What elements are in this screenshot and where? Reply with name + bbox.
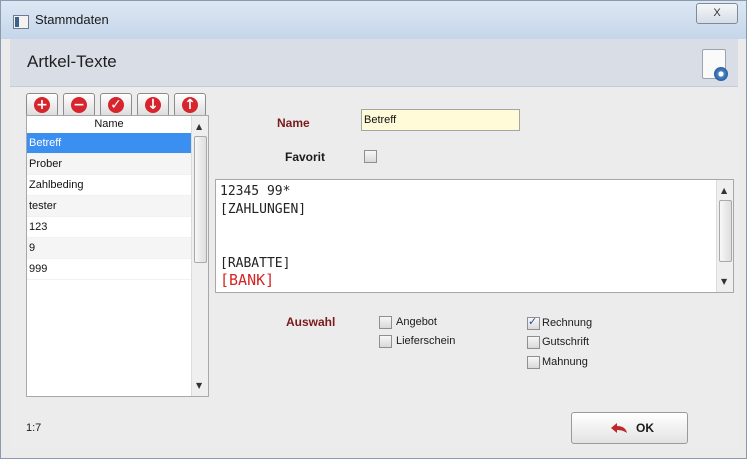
add-button[interactable]: + <box>26 93 58 117</box>
mahnung-label: Mahnung <box>542 356 588 368</box>
status-counter: 1:7 <box>26 422 42 434</box>
close-button[interactable]: X <box>696 3 738 24</box>
favorit-label: Favorit <box>285 150 326 164</box>
auswahl-label: Auswahl <box>286 315 336 329</box>
section-title: Artkel-Texte <box>27 52 117 71</box>
rechnung-label: Rechnung <box>542 317 593 329</box>
plus-icon: + <box>34 97 50 113</box>
text-line: [BANK] <box>220 271 275 289</box>
list-item[interactable]: 999 <box>27 259 191 280</box>
scroll-down-icon[interactable]: ▼ <box>196 381 202 390</box>
check-icon: ✓ <box>108 97 124 113</box>
gutschrift-label: Gutschrift <box>542 336 590 348</box>
window-title: Stammdaten <box>35 12 109 27</box>
arrow-up-icon: ↑ <box>182 97 198 113</box>
arrow-down-icon: ↓ <box>145 97 161 113</box>
document-settings-icon[interactable] <box>702 49 728 81</box>
favorit-checkbox[interactable] <box>364 150 377 163</box>
list-items: Betreff Prober Zahlbeding tester 123 9 9… <box>27 133 191 280</box>
list-item[interactable]: 123 <box>27 217 191 238</box>
text-editor[interactable]: 12345 99* [ZAHLUNGEN] [RABATTE] [BANK] ▲… <box>215 179 734 293</box>
minus-icon: − <box>71 97 87 113</box>
editor-scroll-thumb[interactable] <box>719 200 732 262</box>
lieferschein-checkbox[interactable] <box>379 335 392 348</box>
list-scrollbar[interactable]: ▲ ▼ <box>191 116 208 396</box>
list-toolbar: + − ✓ ↓ ↑ <box>26 93 206 117</box>
text-line: 12345 99* <box>220 184 291 199</box>
list-item[interactable]: tester <box>27 196 191 217</box>
list-scroll-thumb[interactable] <box>194 136 207 263</box>
rechnung-checkbox[interactable] <box>527 315 540 330</box>
scroll-up-icon[interactable]: ▲ <box>721 186 727 195</box>
title-bar: Stammdaten X <box>1 1 746 39</box>
text-line: [ZAHLUNGEN] <box>220 202 307 217</box>
content-area: + − ✓ ↓ ↑ Name Betreff Prober Zahlbeding… <box>10 87 738 447</box>
check-button[interactable]: ✓ <box>100 93 132 117</box>
move-up-button[interactable]: ↑ <box>174 93 206 117</box>
move-down-button[interactable]: ↓ <box>137 93 169 117</box>
gutschrift-checkbox[interactable] <box>527 336 540 349</box>
editor-scrollbar[interactable]: ▲ ▼ <box>716 180 733 292</box>
name-label: Name <box>277 116 310 130</box>
list-item[interactable]: 9 <box>27 238 191 259</box>
text-line: [RABATTE] <box>220 256 291 271</box>
list-item[interactable]: Prober <box>27 154 191 175</box>
list-item[interactable]: Zahlbeding <box>27 175 191 196</box>
app-icon <box>13 15 29 29</box>
lieferschein-label: Lieferschein <box>396 335 456 347</box>
mahnung-checkbox[interactable] <box>527 356 540 369</box>
scroll-down-icon[interactable]: ▼ <box>721 277 727 286</box>
list-item[interactable]: Betreff <box>27 133 191 154</box>
ok-button[interactable]: OK <box>571 412 688 444</box>
name-field[interactable]: Betreff <box>361 109 520 131</box>
back-arrow-icon <box>611 423 627 433</box>
name-list: Name Betreff Prober Zahlbeding tester 12… <box>26 115 209 397</box>
stammdaten-window: Stammdaten X Artkel-Texte + − ✓ ↓ ↑ Name <box>0 0 747 459</box>
list-header: Name <box>94 118 124 130</box>
angebot-checkbox[interactable] <box>379 316 392 329</box>
angebot-label: Angebot <box>396 316 437 328</box>
scroll-up-icon[interactable]: ▲ <box>196 122 202 131</box>
remove-button[interactable]: − <box>63 93 95 117</box>
section-header: Artkel-Texte <box>10 39 738 87</box>
ok-label: OK <box>636 421 654 435</box>
